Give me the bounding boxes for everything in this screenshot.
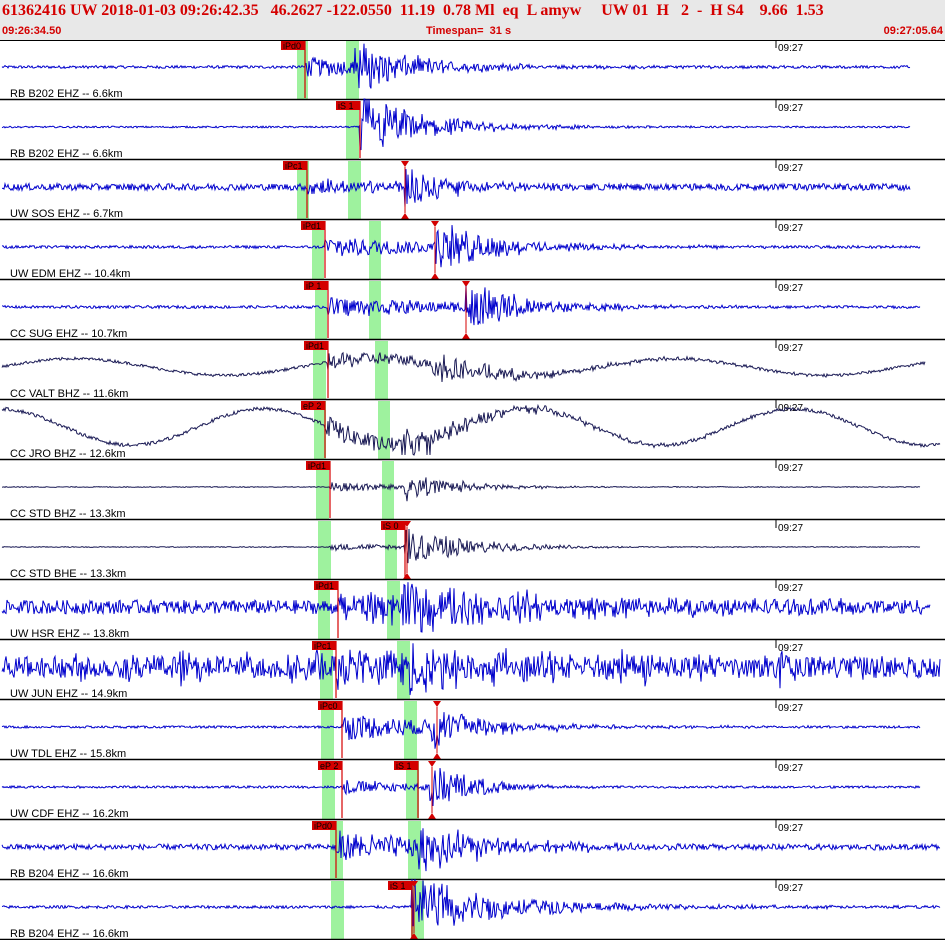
time-tick-label: 09:27 <box>778 763 803 774</box>
channel-label: CC STD BHZ -- 13.3km <box>10 508 126 520</box>
amp-marker-bottom <box>428 813 436 819</box>
time-tick-label: 09:27 <box>778 283 803 294</box>
amp-marker-top <box>433 701 441 707</box>
channel-row[interactable]: 09:27 iPd1 CC STD BHZ -- 13.3km <box>0 460 945 521</box>
phase-window <box>318 521 331 580</box>
time-tick-label: 09:27 <box>778 823 803 834</box>
channel-label: CC STD BHE -- 13.3km <box>10 568 126 580</box>
channel-row[interactable]: 09:27iPc1UW JUN EHZ -- 14.9km <box>0 640 945 701</box>
waveform-trace <box>1 712 921 749</box>
amp-marker-top <box>428 761 436 767</box>
channel-row[interactable]: 09:27 iPd1 CC VALT BHZ -- 11.6km <box>0 340 945 401</box>
timespan-label: Timespan= 31 s <box>426 25 512 37</box>
pick-label: iPc0 <box>320 701 338 711</box>
channel-row[interactable]: 09:27 iS 0 CC STD BHE -- 13.3km <box>0 520 945 581</box>
channel-row[interactable]: 09:27 iPd1 UW EDM EHZ -- 10.4km <box>0 220 945 281</box>
time-tick-label: 09:27 <box>778 463 803 474</box>
phase-window <box>369 221 381 280</box>
channel-row[interactable]: 09:27 iP 1 CC SUG EHZ -- 10.7km <box>0 280 945 341</box>
pick-label: iPd1 <box>303 221 321 231</box>
pick-label: iPd1 <box>306 341 324 351</box>
pick-label: iPd1 <box>316 581 334 591</box>
phase-window <box>375 341 388 400</box>
amp-marker-bottom <box>462 333 470 339</box>
pick-label: iS 0 <box>383 521 399 531</box>
channel-row[interactable]: 09:27 iPd0 RB B202 EHZ -- 6.6km <box>0 40 945 101</box>
pick-label: iPd0 <box>283 41 301 51</box>
channel-label: UW HSR EHZ -- 13.8km <box>10 628 129 640</box>
pick-label: iS 1 <box>338 101 354 111</box>
channel-label: RB B204 EHZ -- 16.6km <box>10 928 129 940</box>
channel-label: UW TDL EHZ -- 15.8km <box>10 748 126 760</box>
pick-label: iS 1 <box>396 761 412 771</box>
pick-label: eP 2 <box>320 761 338 771</box>
time-tick-label: 09:27 <box>778 703 803 714</box>
seismogram-canvas[interactable]: 09:27 iPd0 RB B202 EHZ -- 6.6km 09:27 iS 1 RB… <box>0 40 945 940</box>
waveform-trace <box>1 828 941 872</box>
time-tick-label: 09:27 <box>778 523 803 534</box>
event-header: 61362416 UW 2018-01-03 09:26:42.35 46.26… <box>0 0 945 41</box>
phase-window <box>331 881 344 940</box>
channel-row[interactable]: 09:27 iS 1 RB B204 EHZ -- 16.6km <box>0 878 945 940</box>
window-end-time: 09:27:05.64 <box>883 25 943 37</box>
time-tick-label: 09:27 <box>778 343 803 354</box>
time-tick-label: 09:27 <box>778 223 803 234</box>
pick-label: iPd0 <box>314 821 332 831</box>
event-summary-title: 61362416 UW 2018-01-03 09:26:42.35 46.26… <box>2 2 824 19</box>
channel-label: UW JUN EHZ -- 14.9km <box>10 688 127 700</box>
channel-row[interactable]: 09:27 eP 2 iS 1 UW CDF EHZ -- 16.2km <box>0 760 945 821</box>
amp-marker-bottom <box>401 213 409 219</box>
amp-marker-top <box>431 221 439 227</box>
channel-row[interactable]: 09:27 iS 1 RB B202 EHZ -- 6.6km <box>0 98 945 161</box>
phase-window <box>408 821 421 880</box>
channel-label: CC SUG EHZ -- 10.7km <box>10 328 127 340</box>
channel-label: CC JRO BHZ -- 12.6km <box>10 448 126 460</box>
time-tick-label: 09:27 <box>778 163 803 174</box>
phase-window <box>382 461 394 520</box>
time-tick-label: 09:27 <box>778 43 803 54</box>
amp-marker-top <box>462 281 470 287</box>
waveform-trace <box>1 43 911 89</box>
pick-label: iPd1 <box>308 461 326 471</box>
channel-label: CC VALT BHZ -- 11.6km <box>10 388 128 400</box>
waveform-trace <box>1 528 921 564</box>
pick-label: iPc1 <box>285 161 303 171</box>
phase-window <box>378 401 390 460</box>
amp-marker-bottom <box>433 753 441 759</box>
amp-marker-bottom <box>403 573 411 579</box>
channel-label: RB B202 EHZ -- 6.6km <box>10 148 122 160</box>
seismogram-panel[interactable]: 09:27 iPd0 RB B202 EHZ -- 6.6km 09:27 iS 1 RB… <box>0 40 945 940</box>
channel-label: UW EDM EHZ -- 10.4km <box>10 268 130 280</box>
channel-row[interactable]: 09:27 iPd0 RB B204 EHZ -- 16.6km <box>0 820 945 881</box>
waveform-trace <box>2 477 921 502</box>
window-start-time: 09:26:34.50 <box>2 25 62 37</box>
channel-row[interactable]: 09:27 iPc1 UW SOS EHZ -- 6.7km <box>0 160 945 221</box>
pick-label: eP 2 <box>303 401 321 411</box>
channel-label: UW SOS EHZ -- 6.7km <box>10 208 123 220</box>
channel-label: RB B202 EHZ -- 6.6km <box>10 88 122 100</box>
channel-row[interactable]: 09:27 iPd1 UW HSR EHZ -- 13.8km <box>0 580 945 641</box>
channel-row[interactable]: 09:27 iPc0 UW TDL EHZ -- 15.8km <box>0 700 945 761</box>
channel-label: RB B204 EHZ -- 16.6km <box>10 868 129 880</box>
channel-row[interactable]: 09:27eP 2CC JRO BHZ -- 12.6km <box>0 400 945 461</box>
time-tick-label: 09:27 <box>778 583 803 594</box>
waveform-trace <box>1 98 911 151</box>
amp-marker-top <box>401 161 409 167</box>
pick-label: iS 1 <box>390 881 406 891</box>
pick-label: iPc1 <box>314 641 332 651</box>
waveform-trace <box>1 169 911 208</box>
waveform-trace <box>1 351 926 383</box>
time-tick-label: 09:27 <box>778 103 803 114</box>
channel-label: UW CDF EHZ -- 16.2km <box>10 808 129 820</box>
pick-label: iP 1 <box>306 281 321 291</box>
amp-marker-bottom <box>431 273 439 279</box>
time-tick-label: 09:27 <box>778 883 803 894</box>
